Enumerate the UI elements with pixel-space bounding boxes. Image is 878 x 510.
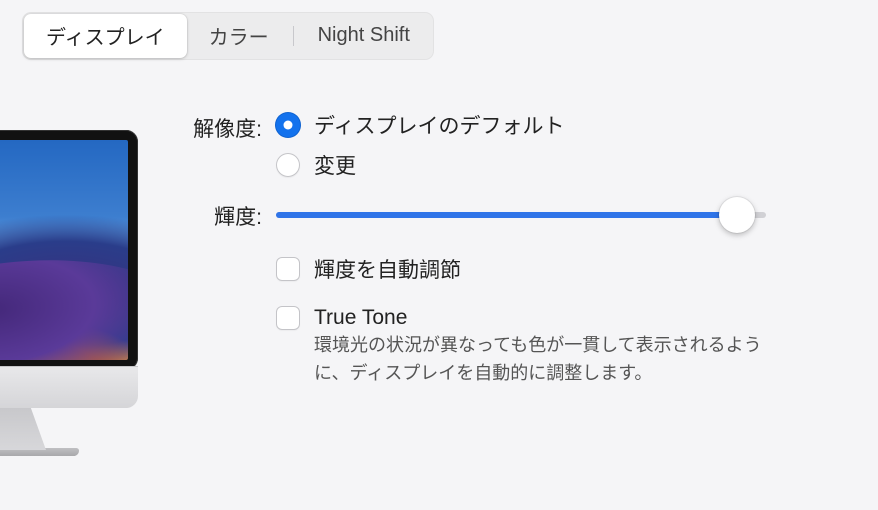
true-tone-checkbox[interactable]: True Tone (276, 306, 878, 330)
resolution-label: 解像度: (178, 110, 276, 143)
settings-panel: 解像度: ディスプレイのデフォルト 変更 輝度: (178, 110, 878, 388)
brightness-row: 輝度: (178, 194, 878, 250)
resolution-scaled-option[interactable]: 変更 (276, 150, 878, 180)
tab-display[interactable]: ディスプレイ (24, 14, 187, 58)
radio-icon (276, 113, 300, 137)
brightness-slider[interactable] (276, 198, 766, 232)
true-tone-helper-text: 環境光の状況が異なっても色が一貫して表示されるように、ディスプレイを自動的に調整… (314, 332, 784, 388)
tab-bar: ディスプレイ カラー Night Shift (0, 0, 878, 70)
slider-thumb[interactable] (719, 197, 755, 233)
true-tone-row: True Tone 環境光の状況が異なっても色が一貫して表示されるように、ディス… (178, 306, 878, 388)
resolution-default-option[interactable]: ディスプレイのデフォルト (276, 110, 878, 140)
resolution-row: 解像度: ディスプレイのデフォルト 変更 (178, 110, 878, 190)
checkbox-icon (276, 306, 300, 330)
auto-brightness-checkbox[interactable]: 輝度を自動調節 (276, 254, 878, 284)
tab-color[interactable]: カラー (187, 14, 291, 58)
resolution-default-text: ディスプレイのデフォルト (314, 110, 565, 140)
slider-fill (276, 212, 737, 218)
radio-icon (276, 153, 300, 177)
auto-brightness-text: 輝度を自動調節 (314, 254, 461, 284)
tab-group: ディスプレイ カラー Night Shift (22, 12, 434, 60)
auto-brightness-row: 輝度を自動調節 (178, 254, 878, 302)
content-area: 解像度: ディスプレイのデフォルト 変更 輝度: (0, 70, 878, 388)
resolution-scaled-text: 変更 (314, 150, 356, 180)
tab-separator (293, 26, 294, 46)
brightness-label: 輝度: (178, 194, 276, 231)
true-tone-text: True Tone (314, 306, 407, 330)
checkbox-icon (276, 257, 300, 281)
tab-night-shift[interactable]: Night Shift (296, 17, 432, 55)
display-preview-image (0, 130, 138, 456)
